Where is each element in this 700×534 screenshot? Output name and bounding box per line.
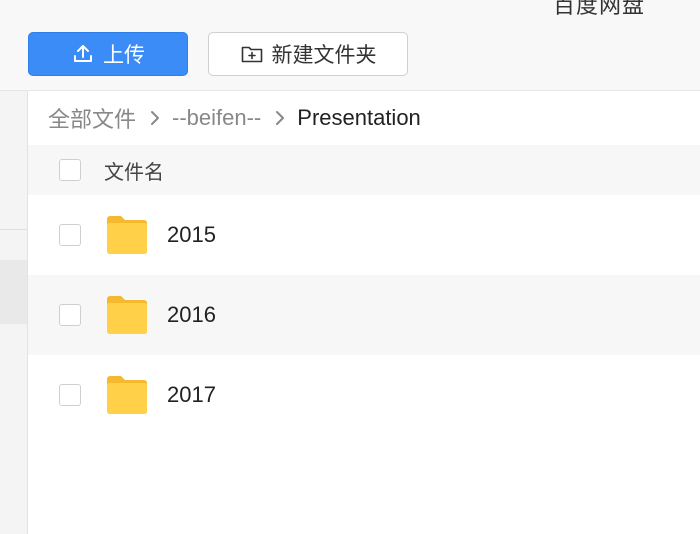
upload-button-label: 上传	[103, 44, 145, 67]
chevron-right-icon	[275, 110, 285, 126]
folder-icon	[105, 215, 149, 255]
row-checkbox[interactable]	[59, 384, 81, 406]
breadcrumb: 全部文件 --beifen-- Presentation	[28, 91, 700, 145]
breadcrumb-beifen[interactable]: --beifen--	[172, 105, 261, 131]
upload-icon	[71, 42, 95, 66]
new-folder-button-label: 新建文件夹	[271, 44, 377, 67]
folder-icon	[105, 375, 149, 415]
list-header: 文件名	[28, 145, 700, 195]
sidebar-divider	[0, 229, 27, 230]
sidebar-selected-item[interactable]	[0, 260, 27, 324]
breadcrumb-current: Presentation	[297, 105, 421, 130]
file-list-panel: 全部文件 --beifen-- Presentation 文件名 2015 20…	[28, 91, 700, 534]
app-window: 百度网盘 上传 新建文件夹 全部文件 --beifen-- Presentati…	[0, 0, 700, 534]
new-folder-button[interactable]: 新建文件夹	[208, 32, 408, 76]
sidebar	[0, 91, 28, 534]
row-checkbox[interactable]	[59, 304, 81, 326]
new-folder-icon	[240, 42, 264, 66]
column-header-filename[interactable]: 文件名	[104, 156, 164, 185]
file-row[interactable]: 2015	[28, 195, 700, 275]
folder-icon	[105, 295, 149, 335]
row-checkbox[interactable]	[59, 224, 81, 246]
file-row[interactable]: 2016	[28, 275, 700, 355]
breadcrumb-all-files[interactable]: 全部文件	[48, 102, 136, 134]
upload-button[interactable]: 上传	[28, 32, 188, 76]
app-title: 百度网盘	[552, 0, 645, 18]
toolbar: 百度网盘 上传 新建文件夹	[0, 0, 700, 91]
file-name[interactable]: 2016	[167, 302, 216, 328]
file-row[interactable]: 2017	[28, 355, 700, 435]
file-name[interactable]: 2017	[167, 382, 216, 408]
file-name[interactable]: 2015	[167, 222, 216, 248]
select-all-checkbox[interactable]	[59, 159, 81, 181]
chevron-right-icon	[150, 110, 160, 126]
